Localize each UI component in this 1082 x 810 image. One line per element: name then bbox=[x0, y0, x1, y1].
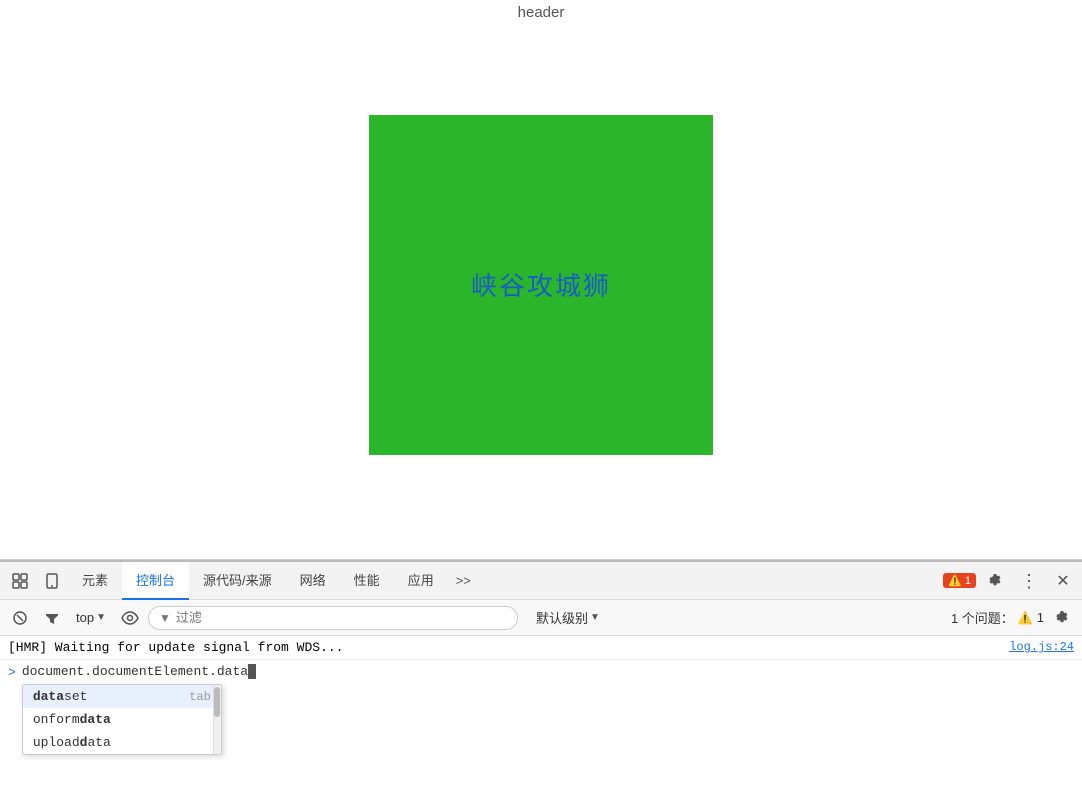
autocomplete-item-2[interactable]: uploaddata bbox=[23, 731, 221, 754]
autocomplete-item-0[interactable]: dataset tab bbox=[23, 685, 221, 708]
autocomplete-dropdown: dataset tab onformdata bbox=[22, 684, 222, 755]
tab-console[interactable]: 控制台 bbox=[122, 562, 189, 600]
issues-count: 1 个问题： ⚠️ 1 bbox=[951, 608, 1044, 627]
page-title: header bbox=[518, 0, 565, 25]
filter-input-wrapper: ▼ bbox=[148, 606, 518, 630]
chevron-down-icon: ▼ bbox=[96, 612, 106, 623]
top-label: top bbox=[76, 610, 94, 625]
tab-elements[interactable]: 元素 bbox=[68, 562, 122, 600]
autocomplete-scrollbar-thumb bbox=[214, 687, 220, 717]
devtools-tabs-bar: 元素 控制台 源代码/来源 网络 性能 应用 >> ⚠️ 1 bbox=[0, 562, 1082, 600]
autocomplete-text-2: uploaddata bbox=[33, 735, 111, 750]
console-input-line: document.documentElement.data| bbox=[22, 664, 256, 679]
inspect-icon[interactable] bbox=[4, 562, 36, 600]
devtools-console-toolbar: top ▼ ▼ 默认级别 ▼ 1 个问题： ⚠️ 1 bbox=[0, 600, 1082, 636]
issues-label: 1 个问题： bbox=[951, 608, 1014, 627]
console-log-text: [HMR] Waiting for update signal from WDS… bbox=[8, 640, 343, 655]
filter-input[interactable] bbox=[176, 610, 507, 625]
tab-hint: tab bbox=[189, 690, 211, 704]
device-icon[interactable] bbox=[36, 562, 68, 600]
console-log-line: [HMR] Waiting for update signal from WDS… bbox=[0, 636, 1082, 660]
tab-sources[interactable]: 源代码/来源 bbox=[189, 562, 286, 600]
tab-network[interactable]: 网络 bbox=[286, 562, 340, 600]
prompt-arrow: > bbox=[8, 665, 16, 680]
green-box: 峡谷攻城狮 bbox=[369, 115, 713, 455]
green-box-text: 峡谷攻城狮 bbox=[471, 266, 611, 303]
autocomplete-wrapper: document.documentElement.data| dataset t… bbox=[22, 664, 256, 679]
autocomplete-item-1[interactable]: onformdata bbox=[23, 708, 221, 731]
tab-application[interactable]: 应用 bbox=[394, 562, 448, 600]
console-settings-icon[interactable] bbox=[1048, 604, 1076, 632]
default-level-dropdown[interactable]: 默认级别 ▼ bbox=[530, 606, 606, 629]
autocomplete-scrollbar bbox=[213, 685, 221, 754]
tab-performance[interactable]: 性能 bbox=[340, 562, 394, 600]
console-prompt-line: > document.documentElement.data| dataset… bbox=[0, 660, 1082, 684]
error-badge: ⚠️ 1 bbox=[943, 573, 976, 588]
filter-icon: ▼ bbox=[159, 611, 171, 625]
autocomplete-text-0: dataset bbox=[33, 689, 88, 704]
filter-toggle-icon[interactable] bbox=[38, 604, 66, 632]
default-level-label: 默认级别 bbox=[536, 608, 588, 627]
console-input-text: document.documentElement.data bbox=[22, 664, 248, 679]
issues-number: 1 bbox=[1037, 610, 1044, 625]
devtools-panel: 元素 控制台 源代码/来源 网络 性能 应用 >> ⚠️ 1 bbox=[0, 560, 1082, 810]
console-output: [HMR] Waiting for update signal from WDS… bbox=[0, 636, 1082, 810]
default-level-chevron: ▼ bbox=[590, 612, 600, 623]
close-devtools-icon[interactable]: ✕ bbox=[1048, 566, 1078, 596]
console-log-source[interactable]: log.js:24 bbox=[1009, 640, 1074, 654]
warning-badge-icon: ⚠️ bbox=[1018, 611, 1033, 625]
devtools-tabs-right: ⚠️ 1 ⋮ ✕ bbox=[943, 566, 1078, 596]
autocomplete-text-1: onformdata bbox=[33, 712, 111, 727]
browser-viewport: header 峡谷攻城狮 bbox=[0, 0, 1082, 560]
top-dropdown[interactable]: top ▼ bbox=[70, 608, 112, 627]
eye-icon[interactable] bbox=[116, 604, 144, 632]
warning-icon: ⚠️ bbox=[948, 574, 962, 587]
cursor: | bbox=[248, 664, 256, 679]
clear-console-icon[interactable] bbox=[6, 604, 34, 632]
tab-more[interactable]: >> bbox=[448, 562, 479, 600]
settings-icon[interactable] bbox=[980, 566, 1010, 596]
more-options-icon[interactable]: ⋮ bbox=[1014, 566, 1044, 596]
